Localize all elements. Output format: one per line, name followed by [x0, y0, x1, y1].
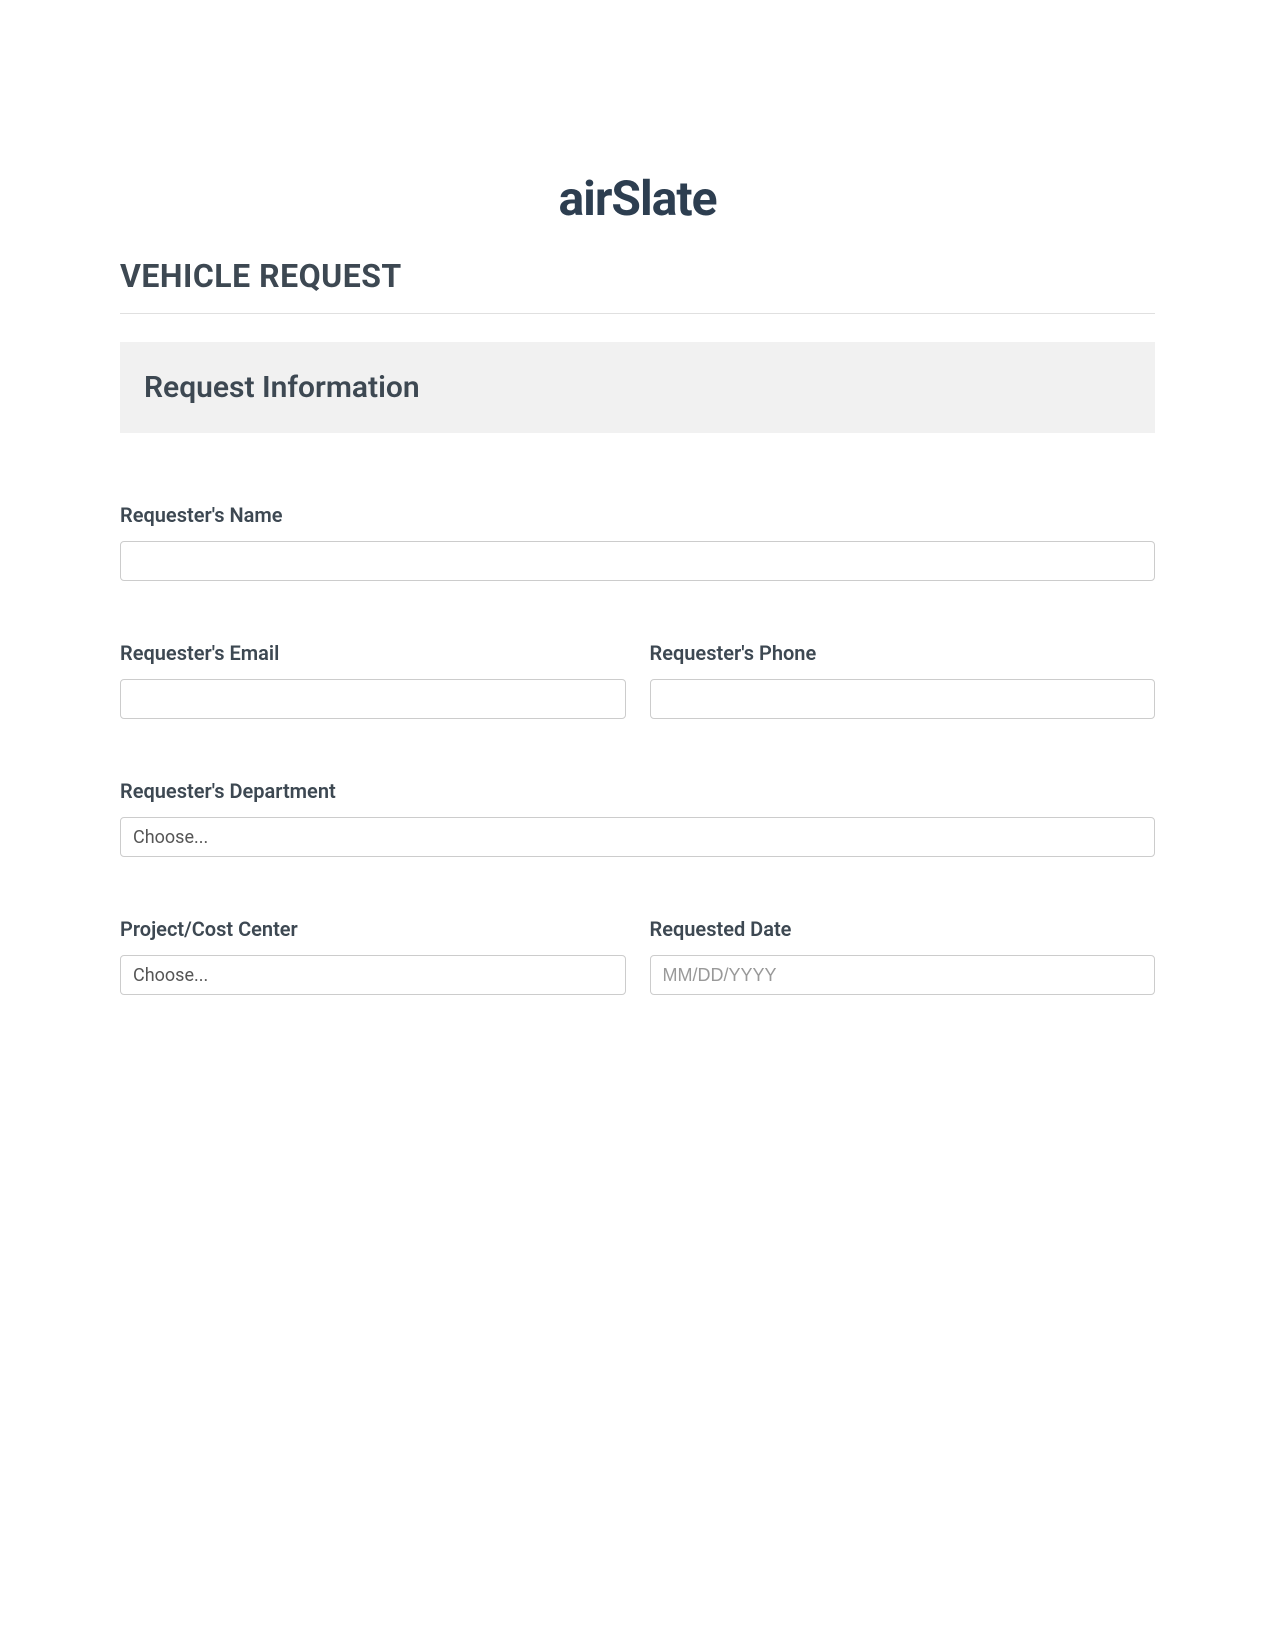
section-header: Request Information	[120, 342, 1155, 433]
form-group-requested-date: Requested Date	[650, 917, 1156, 995]
requester-phone-label: Requester's Phone	[650, 641, 1156, 665]
requested-date-label: Requested Date	[650, 917, 1156, 941]
requester-department-label: Requester's Department	[120, 779, 1155, 803]
form-group-project-cost-center: Project/Cost Center Choose...	[120, 917, 626, 995]
section-title: Request Information	[144, 370, 1131, 405]
requester-department-select[interactable]: Choose...	[120, 817, 1155, 857]
divider	[120, 313, 1155, 314]
requester-email-label: Requester's Email	[120, 641, 626, 665]
requester-email-input[interactable]	[120, 679, 626, 719]
form-group-requester-phone: Requester's Phone	[650, 641, 1156, 719]
logo-suffix: Slate	[611, 170, 716, 227]
form-group-requester-name: Requester's Name	[120, 503, 1155, 581]
project-cost-center-select[interactable]: Choose...	[120, 955, 626, 995]
page-title: VEHICLE REQUEST	[120, 257, 1155, 295]
project-cost-center-label: Project/Cost Center	[120, 917, 626, 941]
requested-date-input[interactable]	[650, 955, 1156, 995]
form-group-requester-email: Requester's Email	[120, 641, 626, 719]
requester-name-label: Requester's Name	[120, 503, 1155, 527]
form-group-requester-department: Requester's Department Choose...	[120, 779, 1155, 857]
requester-phone-input[interactable]	[650, 679, 1156, 719]
logo: airSlate	[120, 170, 1155, 227]
requester-name-input[interactable]	[120, 541, 1155, 581]
logo-prefix: air	[558, 170, 611, 227]
